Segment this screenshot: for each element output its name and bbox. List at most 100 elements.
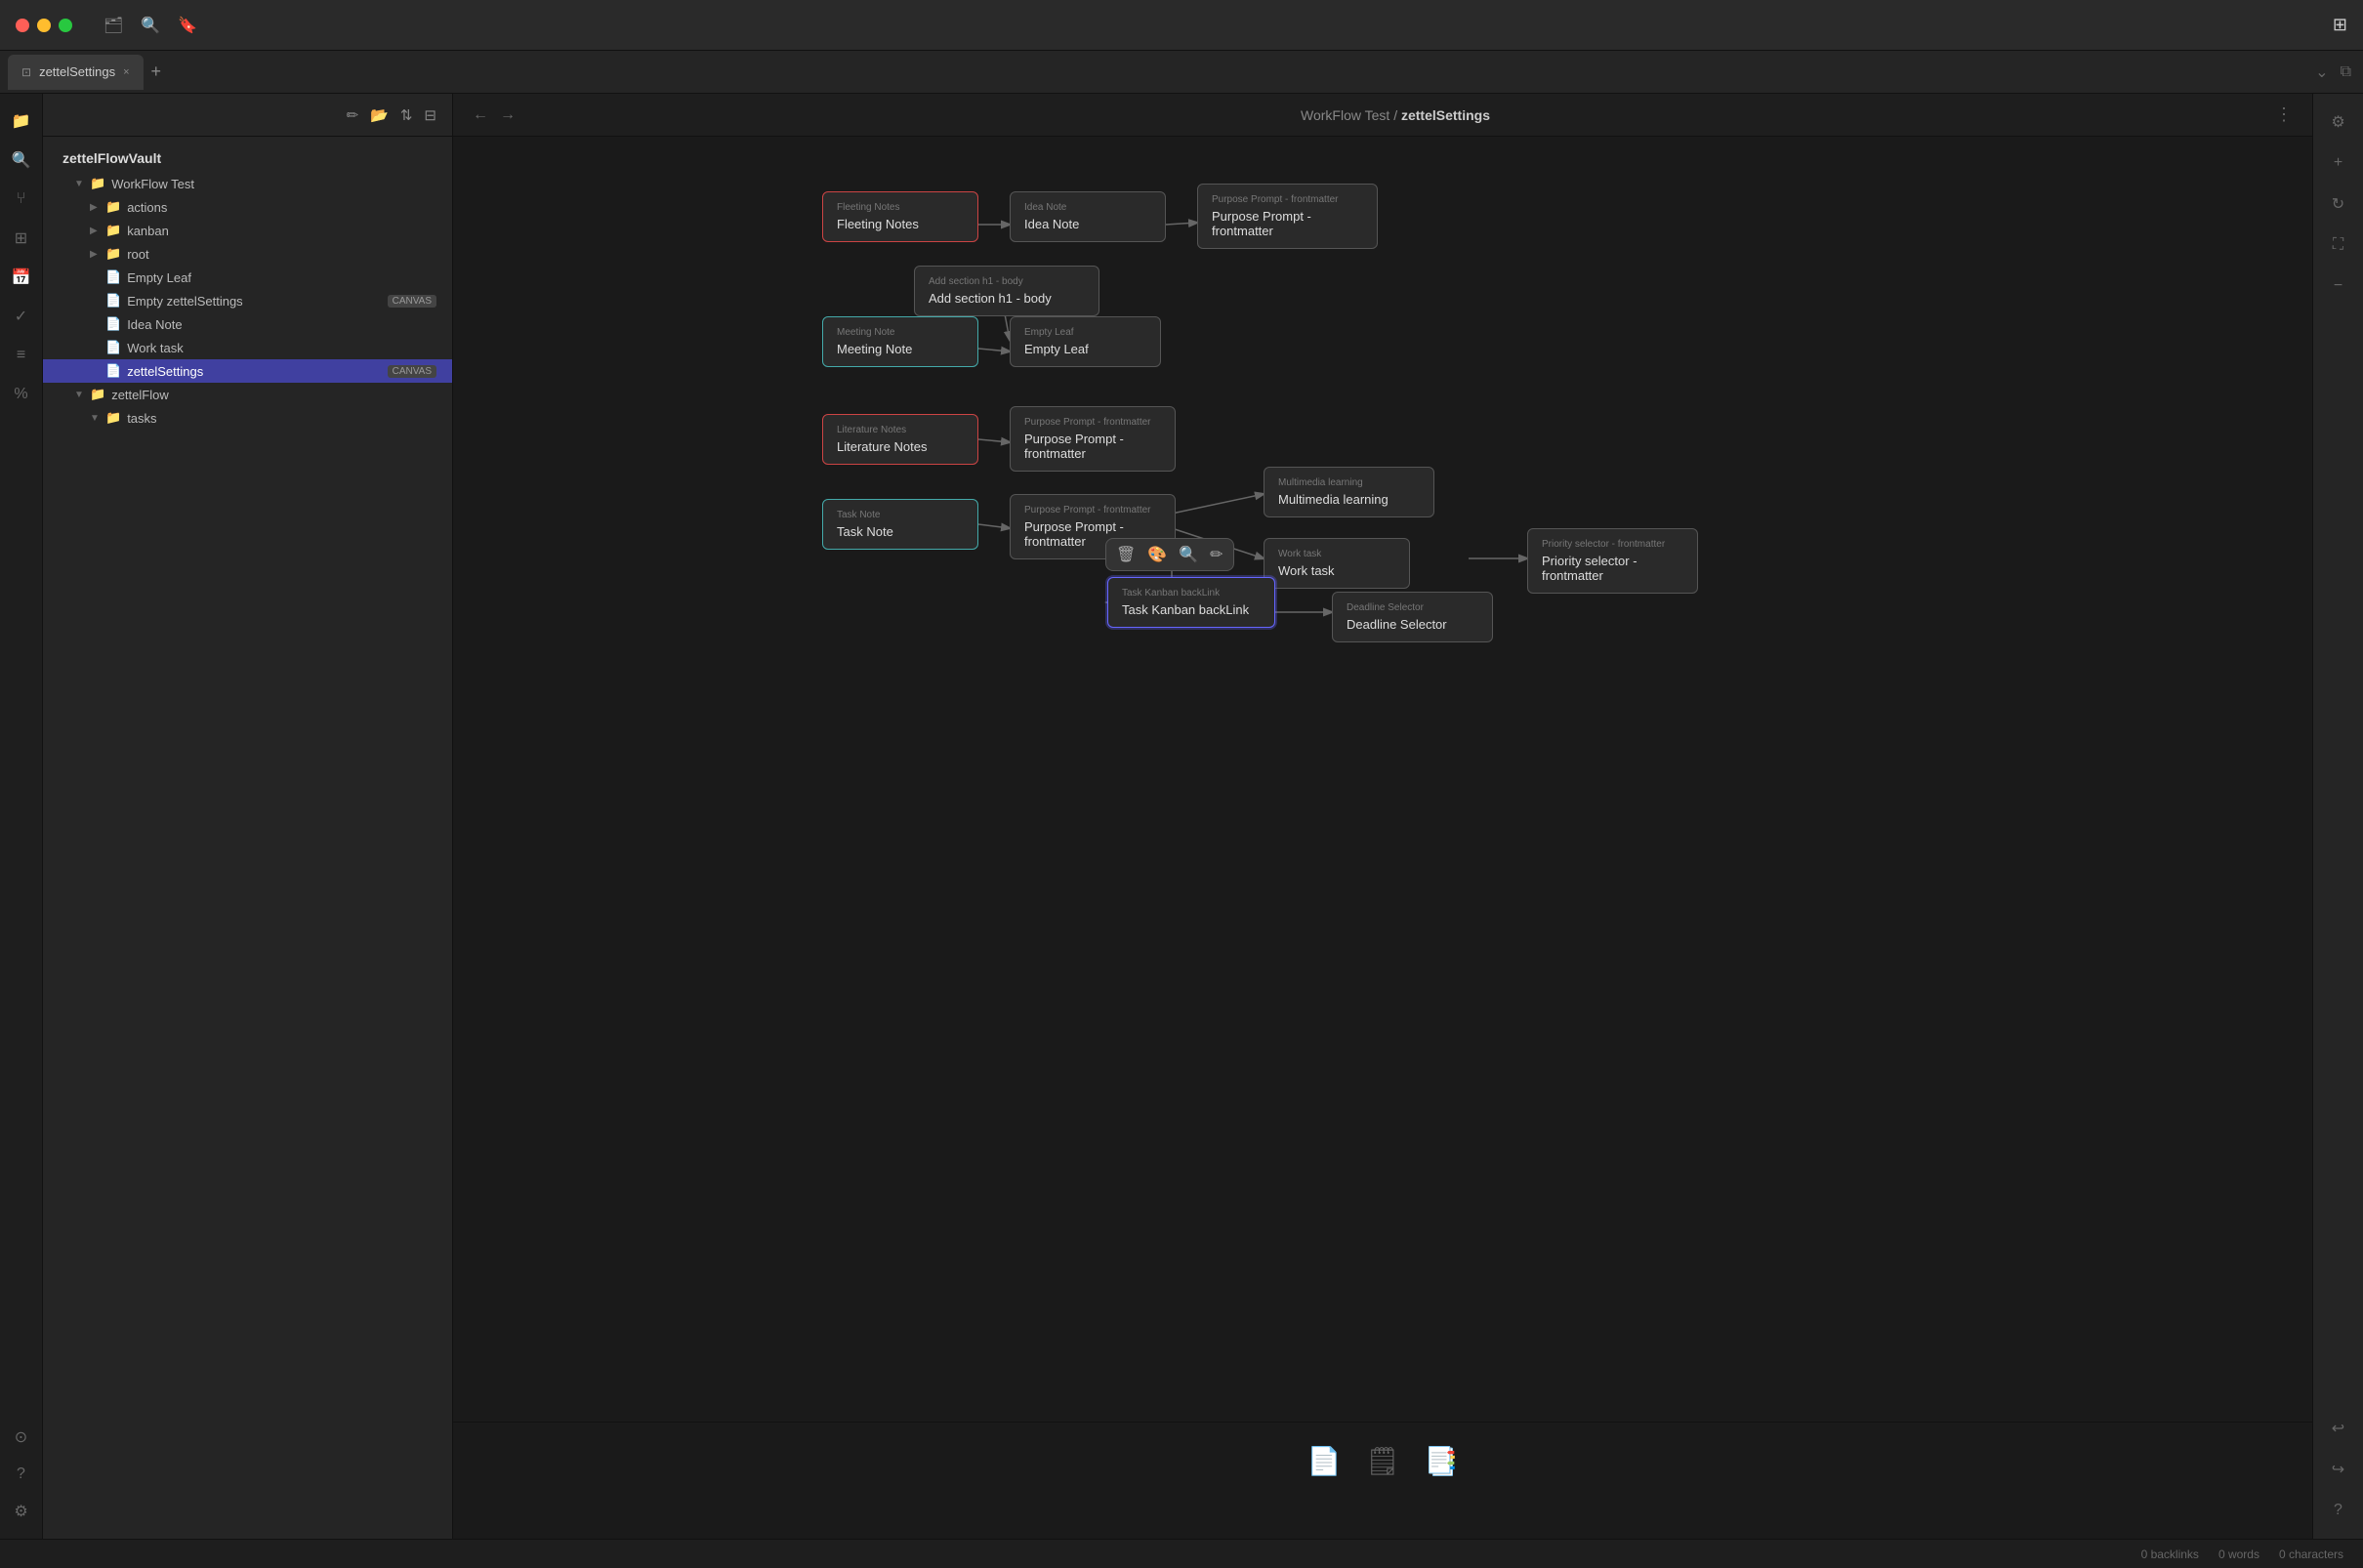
node-deadline-selector[interactable]: Deadline Selector Deadline Selector [1332, 592, 1493, 642]
node-fleeting-notes[interactable]: Fleeting Notes Fleeting Notes [822, 191, 978, 242]
sidebar-item-workflow-test[interactable]: ▼ 📁 WorkFlow Test [43, 172, 452, 195]
sidebar-item-empty-leaf[interactable]: 📄 Empty Leaf [43, 266, 452, 289]
node-add-section[interactable]: Add section h1 - body Add section h1 - b… [914, 266, 1099, 316]
refresh-icon[interactable]: ↻ [2321, 186, 2356, 222]
rail-explorer-icon[interactable]: 📁 [4, 103, 39, 139]
new-folder-icon[interactable]: 📂 [370, 106, 389, 124]
settings-icon[interactable]: ⚙ [2321, 104, 2356, 140]
rail-help-icon[interactable]: ? [4, 1457, 39, 1492]
tab-zettelsettings[interactable]: ⊡ zettelSettings × [8, 55, 144, 90]
help-icon[interactable]: ? [2321, 1493, 2356, 1528]
search-icon[interactable]: 🔍 [141, 16, 160, 35]
node-work-task[interactable]: Work task Work task [1264, 538, 1410, 589]
canvas-area[interactable]: ← → WorkFlow Test / zettelSettings ⋮ [453, 94, 2312, 1539]
node-literature-notes[interactable]: Literature Notes Literature Notes [822, 414, 978, 465]
folder-icon: 📁 [90, 176, 105, 191]
sidebar-item-zettelflow[interactable]: ▼ 📁 zettelFlow [43, 383, 452, 406]
sidebar-item-label: zettelFlow [111, 388, 436, 402]
sidebar-item-root[interactable]: ▶ 📁 root [43, 242, 452, 266]
canvas-viewport[interactable]: Fleeting Notes Fleeting Notes Idea Note … [453, 94, 2312, 1500]
status-words: 0 words [2218, 1547, 2259, 1561]
tab-add-button[interactable]: + [151, 62, 162, 82]
sidebar-item-label: WorkFlow Test [111, 177, 436, 191]
close-button[interactable] [16, 19, 29, 32]
sidebar: ✏ 📂 ⇅ ⊟ zettelFlowVault ▼ 📁 WorkFlow Tes… [43, 94, 453, 1539]
node-task-kanban-backlink[interactable]: Task Kanban backLink Task Kanban backLin… [1107, 577, 1275, 628]
new-note-button[interactable]: 📄 [1295, 1432, 1353, 1491]
rail-help2-icon[interactable]: ⊙ [4, 1420, 39, 1455]
node-title: Literature Notes [837, 439, 964, 454]
sidebar-item-kanban[interactable]: ▶ 📁 kanban [43, 219, 452, 242]
node-priority-selector[interactable]: Priority selector - frontmatter Priority… [1527, 528, 1698, 594]
node-purpose-prompt-1[interactable]: Purpose Prompt - frontmatter Purpose Pro… [1197, 184, 1378, 249]
node-context-toolbar[interactable]: 🗑 🎨 🔍 ✏ [1105, 538, 1234, 571]
split-view-icon[interactable]: ⧉ [2341, 63, 2351, 81]
color-icon[interactable]: 🎨 [1147, 545, 1167, 564]
sidebar-item-tasks[interactable]: ▼ 📁 tasks [43, 406, 452, 430]
node-title: Work task [1278, 563, 1395, 578]
undo-icon[interactable]: ↩ [2321, 1411, 2356, 1446]
status-backlinks: 0 backlinks [2141, 1547, 2199, 1561]
node-idea-note[interactable]: Idea Note Idea Note [1010, 191, 1166, 242]
new-media-button[interactable]: 📑 [1412, 1432, 1471, 1491]
file-icon: 📄 [105, 316, 121, 332]
file-icon: 📄 [105, 340, 121, 355]
rail-percent-icon[interactable]: % [4, 377, 39, 412]
sidebar-item-label: kanban [127, 224, 436, 238]
arrow-icon: ▼ [90, 413, 105, 424]
minimize-button[interactable] [37, 19, 51, 32]
canvas-bottom-toolbar: 📄 🗒 📑 [453, 1422, 2312, 1500]
node-meeting-note[interactable]: Meeting Note Meeting Note [822, 316, 978, 367]
statusbar: 0 backlinks 0 words 0 characters [0, 1539, 2363, 1568]
zoom-out-icon[interactable]: − [2321, 268, 2356, 304]
maximize-button[interactable] [59, 19, 72, 32]
sidebar-item-empty-zettelsettings[interactable]: 📄 Empty zettelSettings CANVAS [43, 289, 452, 312]
sidebar-item-zettelsettings[interactable]: 📄 zettelSettings CANVAS [43, 359, 452, 383]
rail-list-icon[interactable]: ≡ [4, 338, 39, 373]
redo-icon[interactable]: ↪ [2321, 1452, 2356, 1487]
sidebar-item-actions[interactable]: ▶ 📁 actions [43, 195, 452, 219]
sidebar-item-label: Empty Leaf [127, 270, 436, 285]
tabbar: ⊡ zettelSettings × + ⌄ ⧉ [0, 51, 2363, 94]
node-title: Purpose Prompt -frontmatter [1024, 432, 1161, 461]
edit-icon[interactable]: ✏ [1210, 545, 1223, 564]
add-icon[interactable]: + [2321, 145, 2356, 181]
titlebar-icons: 🗂 🔍 🔖 [104, 16, 197, 35]
fullscreen-icon[interactable]: ⛶ [2321, 227, 2356, 263]
folder-icon: 📁 [105, 199, 121, 215]
rail-calendar-icon[interactable]: 📅 [4, 260, 39, 295]
node-label: Purpose Prompt - frontmatter [1212, 194, 1363, 205]
rail-settings-icon[interactable]: ⚙ [4, 1494, 39, 1529]
sidebar-item-idea-note[interactable]: 📄 Idea Note [43, 312, 452, 336]
node-title: Fleeting Notes [837, 217, 964, 231]
new-note-icon[interactable]: ✏ [347, 106, 359, 124]
arrow-icon: ▶ [90, 249, 105, 260]
sidebar-item-label: root [127, 247, 436, 262]
canvas-badge: CANVAS [388, 365, 436, 378]
node-task-note[interactable]: Task Note Task Note [822, 499, 978, 550]
node-label: Add section h1 - body [929, 276, 1085, 287]
tab-close-button[interactable]: × [123, 66, 129, 78]
sort-icon[interactable]: ⇅ [400, 106, 413, 124]
search-zoom-icon[interactable]: 🔍 [1179, 545, 1198, 564]
collapse-icon[interactable]: ⊟ [424, 106, 436, 124]
sidebar-item-label: Idea Note [127, 317, 436, 332]
node-label: Idea Note [1024, 202, 1151, 213]
node-empty-leaf[interactable]: Empty Leaf Empty Leaf [1010, 316, 1161, 367]
tab-dropdown-icon[interactable]: ⌄ [2315, 62, 2328, 82]
new-card-button[interactable]: 🗒 [1353, 1432, 1412, 1491]
node-purpose-prompt-2[interactable]: Purpose Prompt - frontmatter Purpose Pro… [1010, 406, 1176, 472]
bookmark-icon[interactable]: 🔖 [178, 16, 197, 35]
folder-icon[interactable]: 🗂 [104, 16, 123, 35]
delete-icon[interactable]: 🗑 [1116, 545, 1136, 564]
rail-search-icon[interactable]: 🔍 [4, 143, 39, 178]
icon-rail: 📁 🔍 ⑂ ⊞ 📅 ✓ ≡ % ⊙ ? ⚙ [0, 94, 43, 1539]
folder-icon: 📁 [90, 387, 105, 402]
layout-icon[interactable]: ⊞ [2333, 15, 2347, 35]
rail-kanban-icon[interactable]: ⊞ [4, 221, 39, 256]
node-multimedia-learning[interactable]: Multimedia learning Multimedia learning [1264, 467, 1434, 517]
status-characters: 0 characters [2279, 1547, 2343, 1561]
rail-git-icon[interactable]: ⑂ [4, 182, 39, 217]
rail-tasks-icon[interactable]: ✓ [4, 299, 39, 334]
sidebar-item-work-task[interactable]: 📄 Work task [43, 336, 452, 359]
